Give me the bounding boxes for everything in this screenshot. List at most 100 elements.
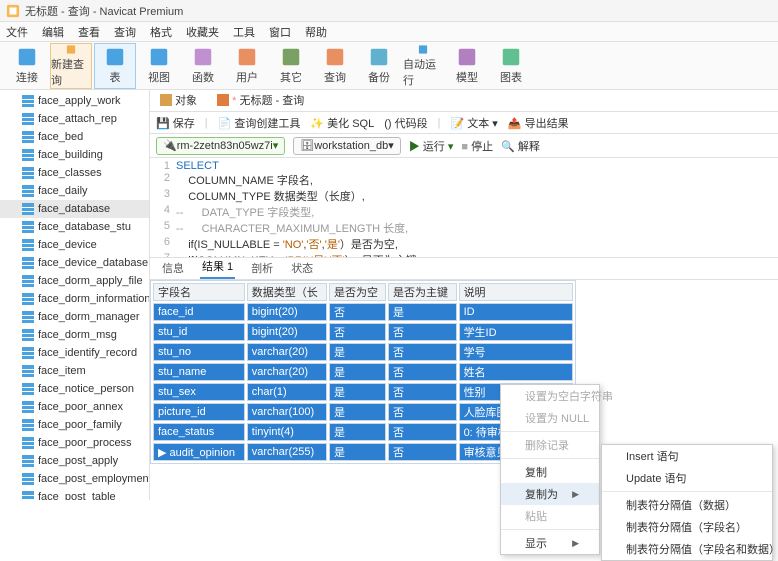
table-row[interactable]: stu_idbigint(20)否否学生ID: [153, 323, 573, 341]
toolbar-用户[interactable]: 用户: [226, 43, 268, 89]
export-button[interactable]: 📤 导出结果: [508, 115, 569, 131]
table-item[interactable]: face_poor_family: [0, 416, 149, 434]
table-row[interactable]: face_idbigint(20)否是ID: [153, 303, 573, 321]
tab-info[interactable]: 信息: [160, 257, 186, 279]
sql-editor[interactable]: 1SELECT2 COLUMN_NAME 字段名,3 COLUMN_TYPE 数…: [150, 158, 778, 258]
table-icon: [22, 149, 34, 161]
menu-收藏夹[interactable]: 收藏夹: [186, 24, 219, 40]
table-row[interactable]: stu_novarchar(20)是否学号: [153, 343, 573, 361]
table-icon: [22, 329, 34, 341]
table-item[interactable]: face_dorm_msg: [0, 326, 149, 344]
ctx-update[interactable]: Update 语句: [602, 467, 772, 489]
table-item[interactable]: face_dorm_information: [0, 290, 149, 308]
content-pane: 对象 * 无标题 - 查询 💾 保存 | 📄 查询创建工具 ✨ 美化 SQL (…: [150, 90, 778, 500]
query-icon: [217, 94, 229, 106]
table-item[interactable]: face_classes: [0, 164, 149, 182]
text-button[interactable]: 📝 文本 ▾: [450, 115, 497, 131]
menu-格式[interactable]: 格式: [150, 24, 172, 40]
toolbar-icon: [236, 46, 258, 68]
toolbar-备份[interactable]: 备份: [358, 43, 400, 89]
table-item[interactable]: face_post_employment: [0, 470, 149, 488]
table-item[interactable]: face_device_database: [0, 254, 149, 272]
table-item[interactable]: face_dorm_manager: [0, 308, 149, 326]
tab-status[interactable]: 状态: [289, 257, 315, 279]
table-icon: [22, 203, 34, 215]
ctx-blank: 设置为空白字符串: [501, 385, 599, 407]
toolbar-视图[interactable]: 视图: [138, 43, 180, 89]
toolbar-表[interactable]: 表: [94, 43, 136, 89]
toolbar-icon: [104, 46, 126, 68]
table-item[interactable]: face_notice_person: [0, 380, 149, 398]
table-item[interactable]: face_device: [0, 236, 149, 254]
menu-窗口[interactable]: 窗口: [269, 24, 291, 40]
table-item[interactable]: face_bed: [0, 128, 149, 146]
table-item[interactable]: face_post_table: [0, 488, 149, 500]
toolbar-模型[interactable]: 模型: [446, 43, 488, 89]
column-header[interactable]: 是否为主键: [388, 283, 457, 301]
toolbar-连接[interactable]: 连接: [6, 43, 48, 89]
column-header[interactable]: 是否为空: [329, 283, 386, 301]
save-button[interactable]: 💾 保存: [156, 115, 195, 131]
table-row[interactable]: stu_namevarchar(20)是否姓名: [153, 363, 573, 381]
ctx-tsv-fields[interactable]: 制表符分隔值（字段名）: [602, 516, 772, 538]
table-item[interactable]: face_attach_rep: [0, 110, 149, 128]
table-icon: [22, 221, 34, 233]
table-item[interactable]: face_dorm_apply_file: [0, 272, 149, 290]
table-icon: [22, 167, 34, 179]
menu-查看[interactable]: 查看: [78, 24, 100, 40]
table-icon: [22, 239, 34, 251]
tab-objects[interactable]: 对象: [156, 89, 201, 111]
ctx-insert[interactable]: Insert 语句: [602, 445, 772, 467]
tab-query[interactable]: * 无标题 - 查询: [213, 89, 308, 111]
context-menu[interactable]: 设置为空白字符串 设置为 NULL 删除记录 复制 复制为▶ 粘贴 显示▶: [500, 384, 600, 555]
explain-button[interactable]: 🔍 解释: [501, 138, 540, 154]
toolbar-icon: [280, 46, 302, 68]
tab-profile[interactable]: 剖析: [249, 257, 275, 279]
toolbar-自动运行[interactable]: 自动运行: [402, 43, 444, 89]
toolbar-其它[interactable]: 其它: [270, 43, 312, 89]
table-item[interactable]: face_apply_work: [0, 92, 149, 110]
menu-帮助[interactable]: 帮助: [305, 24, 327, 40]
beautify-sql-button[interactable]: ✨ 美化 SQL: [310, 115, 374, 131]
table-item[interactable]: face_building: [0, 146, 149, 164]
table-item[interactable]: face_item: [0, 362, 149, 380]
toolbar-图表[interactable]: 图表: [490, 43, 532, 89]
table-icon: [22, 347, 34, 359]
toolbar-函数[interactable]: 函数: [182, 43, 224, 89]
run-button[interactable]: ▶ 运行 ▾: [409, 138, 454, 154]
table-item[interactable]: face_database: [0, 200, 149, 218]
column-header[interactable]: 字段名: [153, 283, 245, 301]
menu-工具[interactable]: 工具: [233, 24, 255, 40]
menu-编辑[interactable]: 编辑: [42, 24, 64, 40]
table-icon: [22, 293, 34, 305]
table-item[interactable]: face_post_apply: [0, 452, 149, 470]
ctx-show[interactable]: 显示▶: [501, 532, 599, 554]
tab-result1[interactable]: 结果 1: [200, 255, 235, 279]
table-item[interactable]: face_identify_record: [0, 344, 149, 362]
table-icon: [22, 455, 34, 467]
table-item[interactable]: face_poor_process: [0, 434, 149, 452]
column-header[interactable]: 数据类型（长: [247, 283, 327, 301]
table-item[interactable]: face_daily: [0, 182, 149, 200]
column-header[interactable]: 说明: [459, 283, 573, 301]
query-builder-button[interactable]: 📄 查询创建工具: [218, 115, 301, 131]
toolbar-查询[interactable]: 查询: [314, 43, 356, 89]
connection-select[interactable]: 🔌 rm-2zetn83n05wz7i ▾: [156, 137, 285, 155]
table-item[interactable]: face_database_stu: [0, 218, 149, 236]
menu-查询[interactable]: 查询: [114, 24, 136, 40]
ctx-copy-as[interactable]: 复制为▶: [501, 483, 599, 505]
table-icon: [22, 365, 34, 377]
ctx-delete: 删除记录: [501, 434, 599, 456]
main-area: face_apply_workface_attach_repface_bedfa…: [0, 90, 778, 500]
table-icon: [22, 419, 34, 431]
code-snippet-button[interactable]: () 代码段: [384, 115, 427, 131]
menu-文件[interactable]: 文件: [6, 24, 28, 40]
ctx-tsv-both[interactable]: 制表符分隔值（字段名和数据）: [602, 538, 772, 560]
table-item[interactable]: face_poor_annex: [0, 398, 149, 416]
ctx-copy[interactable]: 复制: [501, 461, 599, 483]
database-select[interactable]: 🗄 workstation_db ▾: [293, 137, 401, 155]
sidebar[interactable]: face_apply_workface_attach_repface_bedfa…: [0, 90, 150, 500]
toolbar-新建查询[interactable]: 新建查询: [50, 43, 92, 89]
context-submenu[interactable]: Insert 语句 Update 语句 制表符分隔值（数据） 制表符分隔值（字段…: [601, 444, 773, 561]
ctx-tsv-data[interactable]: 制表符分隔值（数据）: [602, 494, 772, 516]
